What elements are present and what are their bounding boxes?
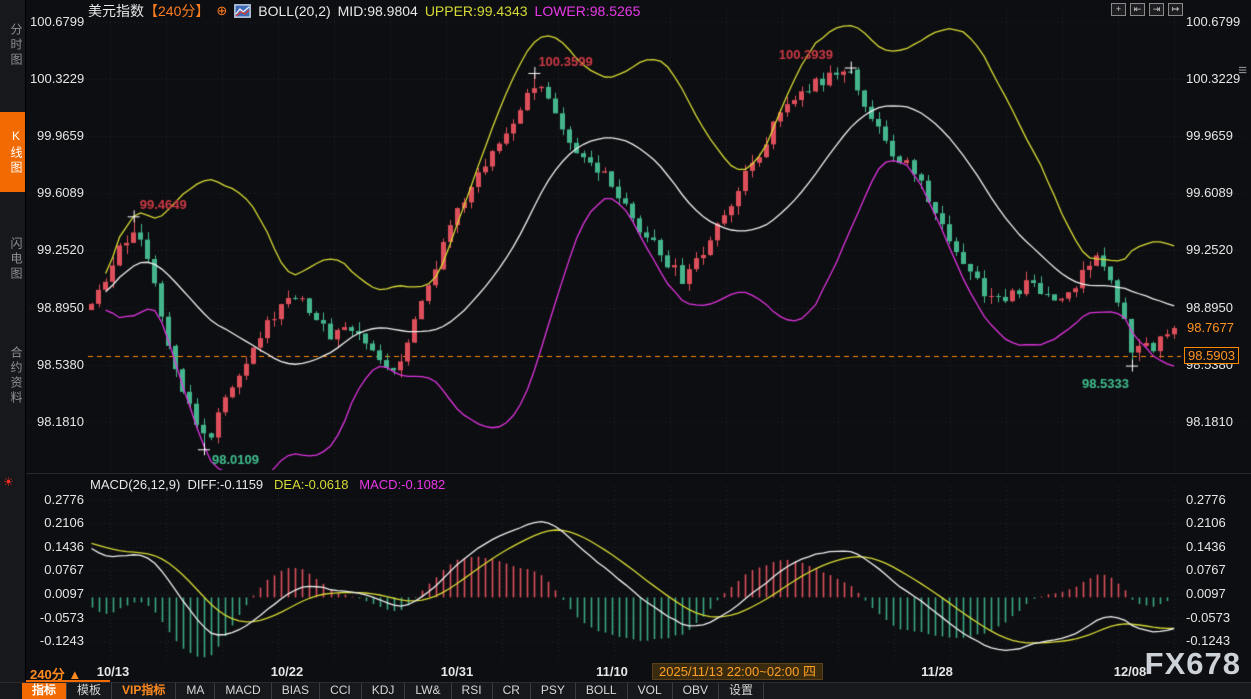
x-axis-date-label: 12/08 (1114, 664, 1147, 679)
toolbar-item-CR[interactable]: CR (493, 683, 531, 699)
axis-tick-label: 98.5380 (30, 357, 84, 372)
axis-tick-label: 100.3229 (1186, 71, 1240, 86)
toolbar-item-LW&[interactable]: LW& (405, 683, 451, 699)
sidebar-item-2[interactable]: 闪电图 (0, 220, 25, 298)
axis-tick-label: 0.0767 (30, 562, 84, 577)
axis-tick-label: 99.9659 (1186, 128, 1233, 143)
toolbar-item-RSI[interactable]: RSI (452, 683, 493, 699)
compress-right-icon[interactable]: ⇥ (1149, 3, 1164, 16)
boll-param-label: BOLL(20,2) (258, 3, 330, 19)
chart-application-window: 分时图 K线图闪电图合约资料 ☀ 美元指数【240分】 ⊕ BOLL(20,2) … (0, 0, 1251, 699)
toolbar-item-指标[interactable]: 指标 (22, 683, 67, 699)
toolbar-item-VOL[interactable]: VOL (628, 683, 673, 699)
pane-divider[interactable] (26, 473, 1251, 474)
axis-tick-label: 98.8950 (1186, 300, 1233, 315)
axis-tick-label: -0.0573 (30, 610, 84, 625)
toolbar-item-PSY[interactable]: PSY (531, 683, 576, 699)
chart-type-sidebar: 分时图 K线图闪电图合约资料 ☀ (0, 0, 26, 682)
fx678-watermark: FX678 (1145, 646, 1241, 682)
macd-header: MACD(26,12,9) DIFF:-0.1159 DEA:-0.0618 M… (90, 477, 445, 492)
axis-tick-label: 100.6799 (1186, 14, 1240, 29)
boll-mid-value: MID:98.9804 (338, 3, 418, 19)
axis-tick-label: 100.6799 (30, 14, 84, 29)
macd-macd-value: MACD:-0.1082 (359, 477, 445, 492)
axis-tick-label: 99.2520 (30, 242, 84, 257)
collapse-icon[interactable]: ⊕ (216, 3, 227, 19)
move-tool-icon[interactable]: + (1111, 3, 1126, 16)
axis-tick-label: 99.9659 (30, 128, 84, 143)
toolbar-item-CCI[interactable]: CCI (320, 683, 362, 699)
axis-tick-label: 99.6089 (1186, 185, 1233, 200)
axis-tick-label: 0.2776 (1186, 492, 1226, 507)
toolbar-item-模板[interactable]: 模板 (67, 683, 112, 699)
axis-tick-label: 98.1810 (1186, 414, 1233, 429)
toolbar-item-BIAS[interactable]: BIAS (272, 683, 320, 699)
toolbar-item-OBV[interactable]: OBV (673, 683, 719, 699)
axis-tick-label: -0.0573 (1186, 610, 1230, 625)
axis-tick-label: 98.8950 (30, 300, 84, 315)
tracked-price-badge[interactable]: 98.5903 (1184, 347, 1239, 364)
axis-tick-label: 0.1436 (30, 539, 84, 554)
boll-upper-value: UPPER:99.4343 (425, 3, 528, 19)
x-axis-date-label: 10/13 (97, 664, 130, 679)
axis-tick-label: 0.0097 (30, 586, 84, 601)
sidebar-item-0[interactable]: 分时图 (0, 6, 25, 84)
main-chart-canvas[interactable] (0, 0, 1251, 699)
axis-tick-label: 0.0097 (1186, 586, 1226, 601)
toolbar-item-BOLL[interactable]: BOLL (576, 683, 628, 699)
compress-left-icon[interactable]: ⇤ (1130, 3, 1145, 16)
axis-tick-label: 99.6089 (30, 185, 84, 200)
toolbar-item-KDJ[interactable]: KDJ (362, 683, 406, 699)
x-axis-date-label: 10/31 (441, 664, 474, 679)
axis-tick-label: 98.1810 (30, 414, 84, 429)
toolbar-item-MA[interactable]: MA (176, 683, 215, 699)
axis-tick-label: 0.0767 (1186, 562, 1226, 577)
x-axis-date-label: 10/22 (271, 664, 304, 679)
axis-tick-label: 99.2520 (1186, 242, 1233, 257)
indicator-chart-icon[interactable] (234, 4, 251, 18)
toolbar-item-设置[interactable]: 设置 (719, 683, 764, 699)
axis-tick-label: 0.1436 (1186, 539, 1226, 554)
hovered-bar-time-label: 2025/11/13 22:00~02:00 四 (652, 663, 823, 680)
axis-tick-label: 0.2106 (30, 515, 84, 530)
x-axis-date-label: 11/10 (596, 664, 628, 679)
indicator-toolbar: 指标模板VIP指标MAMACDBIASCCIKDJLW&RSICRPSYBOLL… (0, 682, 1251, 699)
axis-tick-label: 0.2106 (1186, 515, 1226, 530)
macd-dea-value: DEA:-0.0618 (274, 477, 348, 492)
period-label: 【240分】 (144, 3, 209, 19)
sidebar-item-3[interactable]: 合约资料 (0, 326, 25, 426)
alert-sun-icon[interactable]: ☀ (3, 476, 14, 488)
macd-diff-value: DIFF:-0.1159 (188, 477, 264, 492)
axis-tick-label: 100.3229 (30, 71, 84, 86)
symbol-name: 美元指数 (88, 3, 144, 19)
toolbar-item-MACD[interactable]: MACD (215, 683, 271, 699)
symbol-title: 美元指数【240分】 (88, 1, 209, 21)
macd-param-label: MACD(26,12,9) (90, 477, 180, 492)
toolbar-item-VIP指标[interactable]: VIP指标 (112, 683, 176, 699)
last-price-badge: 98.7677 (1184, 320, 1237, 335)
sidebar-item-1[interactable]: K线图 (0, 112, 25, 192)
time-axis: 240分 ▲ 10/1310/2210/3111/1011/2812/08 20… (0, 662, 1251, 682)
drag-handle-icon[interactable]: ≡ (1238, 62, 1247, 79)
axis-tick-label: 0.2776 (30, 492, 84, 507)
boll-lower-value: LOWER:98.5265 (535, 3, 641, 19)
chart-tools-group: + ⇤ ⇥ ↦ (1111, 3, 1183, 16)
axis-tick-label: -0.1243 (30, 633, 84, 648)
expand-right-icon[interactable]: ↦ (1168, 3, 1183, 16)
x-axis-date-label: 11/28 (921, 664, 953, 679)
chart-header: 美元指数【240分】 ⊕ BOLL(20,2) MID:98.9804 UPPE… (88, 2, 640, 20)
